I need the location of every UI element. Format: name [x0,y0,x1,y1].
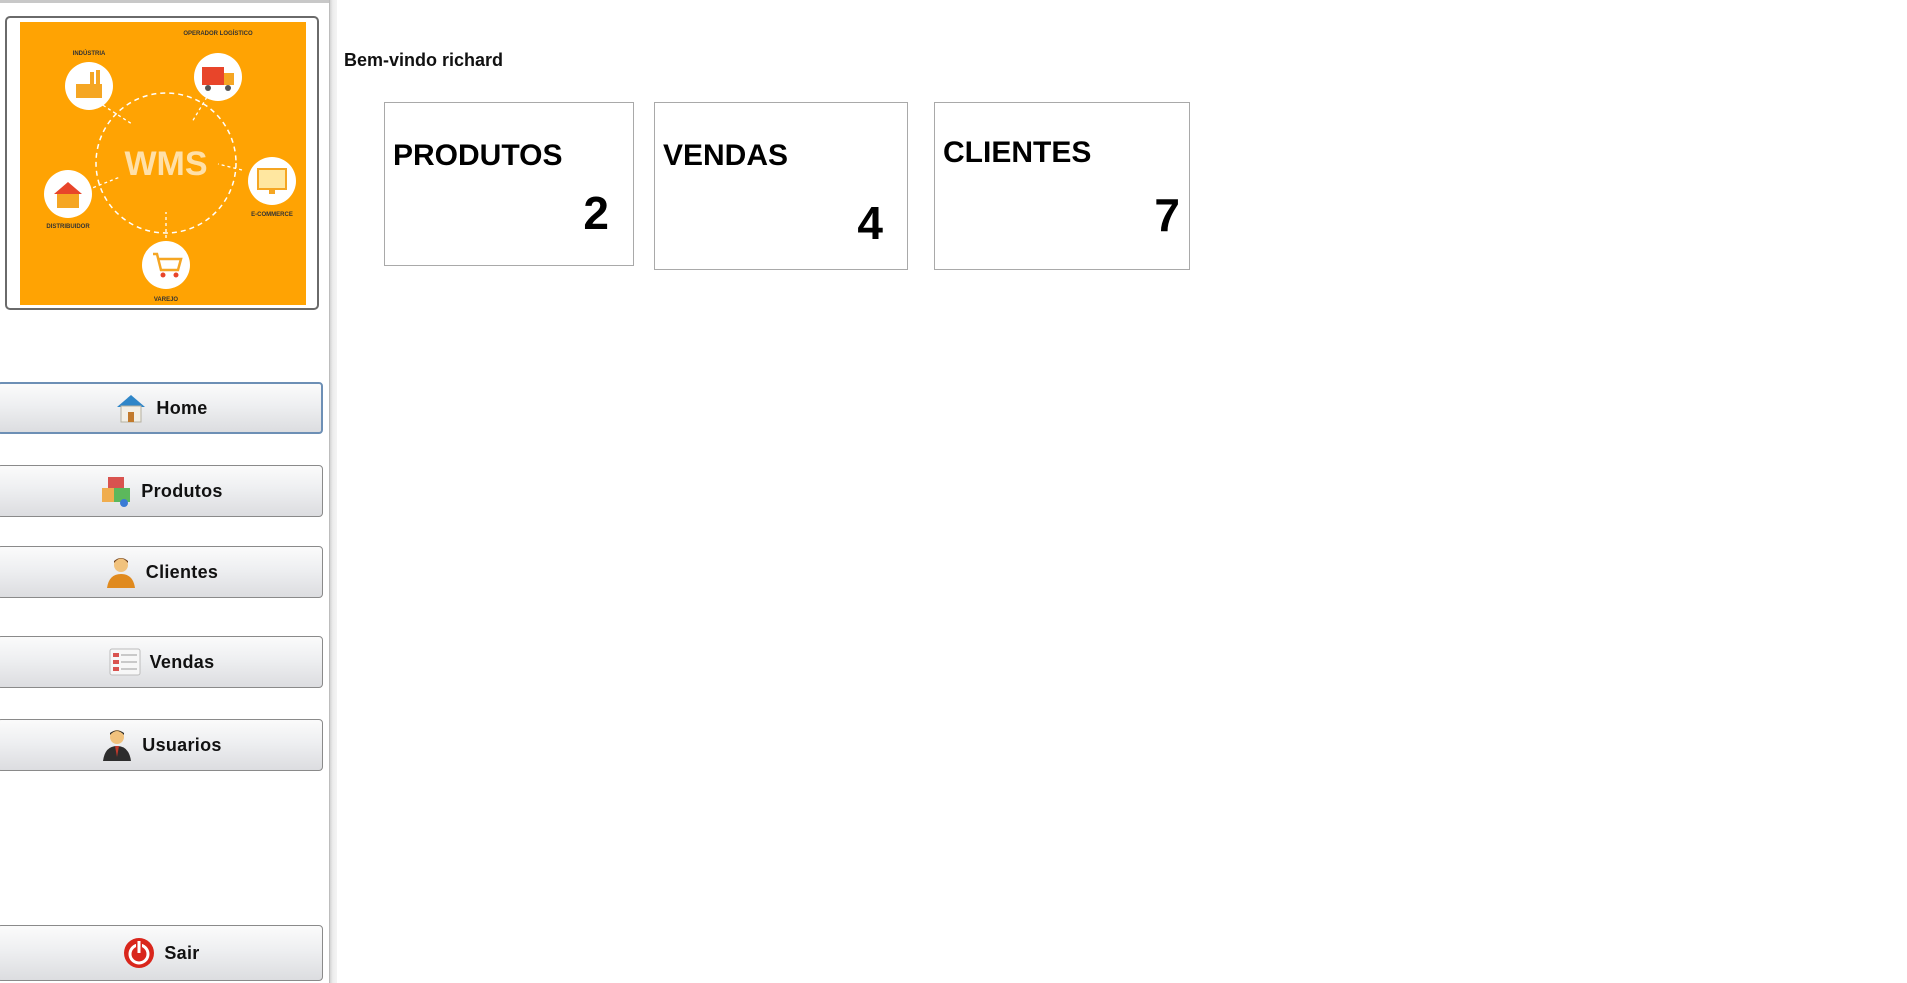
card-title: VENDAS [663,139,789,172]
sidebar-item-vendas[interactable]: Vendas [0,636,323,688]
card-value: 4 [857,197,883,249]
logo-node-varejo: VAREJO [154,297,179,303]
sidebar-item-usuarios[interactable]: Usuarios [0,719,323,771]
logo-frame: WMS INDÚSTRIA OPERADOR LOGÍSTICO E-COMME… [5,16,319,310]
app-window: WMS INDÚSTRIA OPERADOR LOGÍSTICO E-COMME… [0,0,1907,983]
sidebar-item-label: Home [156,397,208,418]
logo-node-ecommerce: E-COMMERCE [251,212,293,218]
card-produtos: PRODUTOS 2 [384,102,634,266]
sidebar-item-label: Produtos [141,480,223,501]
sidebar-item-produtos[interactable]: Produtos [0,465,323,517]
exit-button[interactable]: Sair [0,925,323,981]
sidebar-item-label: Usuarios [142,734,222,755]
sidebar-item-home[interactable]: Home [0,382,323,434]
boxes-icon [97,472,135,510]
home-icon [112,389,150,427]
card-value: 2 [583,187,609,239]
wms-logo-graphic: WMS INDÚSTRIA OPERADOR LOGÍSTICO E-COMME… [44,29,296,303]
exit-button-label: Sair [164,942,200,963]
sidebar-item-label: Vendas [149,651,215,672]
logo-center-text: WMS [124,145,207,183]
logo-node-distribuidor: DISTRIBUIDOR [46,224,90,230]
list-icon [106,643,144,681]
power-icon [120,934,158,972]
sidebar-item-clientes[interactable]: Clientes [0,546,323,598]
logo-node-operador: OPERADOR LOGÍSTICO [183,29,253,37]
client-icon [102,553,140,591]
user-icon [98,726,136,764]
sidebar-top-border [0,0,329,3]
card-clientes: CLIENTES 7 [934,102,1190,270]
card-title: PRODUTOS [393,139,563,172]
splitter-handle[interactable] [329,0,337,983]
welcome-text: Bem-vindo richard [344,50,504,70]
card-title: CLIENTES [943,136,1092,169]
sidebar: WMS INDÚSTRIA OPERADOR LOGÍSTICO E-COMME… [0,0,329,983]
card-vendas: VENDAS 4 [654,102,908,270]
wms-logo: WMS INDÚSTRIA OPERADOR LOGÍSTICO E-COMME… [20,22,306,305]
sidebar-item-label: Clientes [145,561,219,582]
card-value: 7 [1154,189,1180,241]
logo-node-industria: INDÚSTRIA [73,50,106,57]
